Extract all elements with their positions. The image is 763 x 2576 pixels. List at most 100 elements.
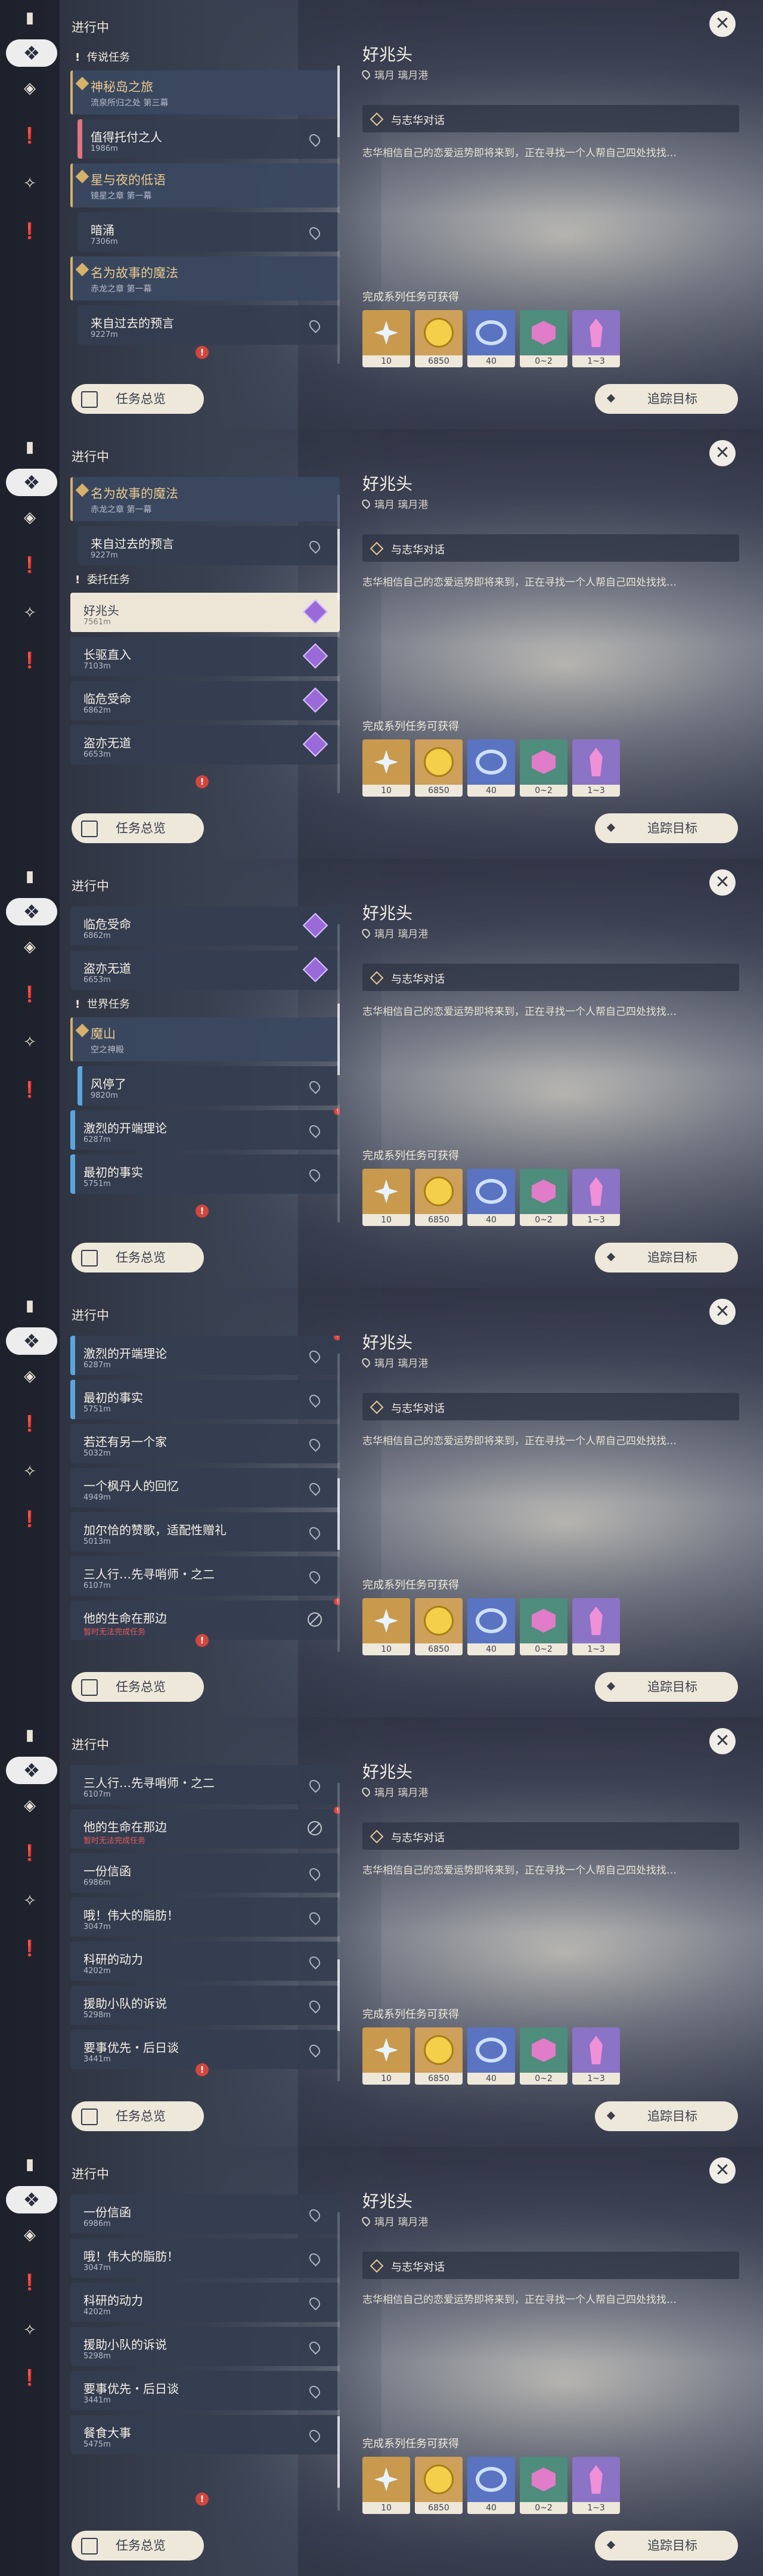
location-pin-icon[interactable] [307,1436,322,1452]
reward-item[interactable]: 1~3 [572,1169,620,1226]
archon-quest-icon[interactable]: ◈ [20,1796,39,1815]
close-icon[interactable]: ✕ [709,440,736,466]
quest-row[interactable]: 长驱直入 7103m [70,637,340,676]
archon-quest-icon[interactable]: ◈ [20,937,39,956]
close-icon[interactable]: ✕ [709,11,736,37]
quest-series-header[interactable]: 魔山 空之神殿 [70,1017,340,1061]
reward-item[interactable]: 40 [467,739,515,797]
track-objective-button[interactable]: 追踪目标 [595,2101,738,2131]
quest-series-header[interactable]: 名为故事的魔法 赤龙之章 第一幕 [70,256,340,301]
quest-row[interactable]: 暗涌 7306m [77,212,340,252]
quest-list-scrollbar[interactable] [337,1354,340,1652]
quest-row[interactable]: 三人行…先寻哨师・之二 6107m [70,1556,340,1596]
quest-row[interactable]: 激烈的开端理论 6287m! [70,1336,340,1375]
commission-icon[interactable]: ✧ [20,1891,39,1911]
track-objective-button[interactable]: 追踪目标 [595,1243,738,1272]
story-quest-icon[interactable]: ❗ [20,1844,39,1863]
story-quest-icon[interactable]: ❗ [20,556,39,575]
quest-row[interactable]: 一份信函 6986m [70,2194,340,2234]
quest-row[interactable]: 援助小队的诉说 5298m [70,2327,340,2366]
reward-item[interactable]: 0~2 [520,310,567,367]
quest-row[interactable]: 科研的动力 4202m [70,1942,340,1981]
location-pin-icon[interactable] [307,318,322,333]
archon-quest-icon[interactable]: ◈ [20,79,39,98]
scrollbar-thumb[interactable] [337,1478,340,1550]
reward-item[interactable]: 6850 [415,310,463,367]
quest-book-icon[interactable]: ▮ [20,2155,39,2174]
commission-icon[interactable]: ✧ [20,603,39,623]
all-quests-icon[interactable]: ❖ [6,469,57,496]
location-pin-icon[interactable] [307,1079,322,1094]
quest-row[interactable]: 盗亦无道 6653m [70,950,340,990]
close-icon[interactable]: ✕ [709,1728,736,1754]
quest-row[interactable]: 最初的事实 5751m [70,1154,340,1194]
quest-row[interactable]: 哦！伟大的脂肪！ 3047m [70,1897,340,1937]
quest-list-scrollbar[interactable] [337,1783,340,2081]
quest-row[interactable]: 援助小队的诉说 5298m [70,1986,340,2025]
quest-series-header[interactable]: 神秘岛之旅 流泉所归之处 第三幕 [70,70,340,114]
story-quest-icon[interactable]: ❗ [20,985,39,1004]
reward-item[interactable]: 0~2 [520,1598,567,1655]
reward-item[interactable]: 0~2 [520,2027,567,2085]
scrollbar-thumb[interactable] [337,2416,340,2488]
location-pin-icon[interactable] [307,132,322,147]
quest-row[interactable]: 来自过去的预言 9227m [77,526,340,565]
location-pin-icon[interactable] [307,225,322,240]
quest-row[interactable]: 加尔恰的赞歌，适配性赠礼 5013m [70,1512,340,1552]
location-pin-icon[interactable] [307,2428,322,2443]
quest-row[interactable]: 最初的事实 5751m [70,1380,340,1419]
location-pin-icon[interactable] [307,1954,322,1970]
location-pin-icon[interactable] [307,2295,322,2311]
quest-list-scrollbar[interactable] [337,2212,340,2510]
quest-row[interactable]: 科研的动力 4202m [70,2283,340,2322]
reward-item[interactable]: 6850 [415,2457,463,2514]
reward-item[interactable]: 40 [467,1598,515,1655]
location-pin-icon[interactable] [307,2383,322,2399]
quest-overview-button[interactable]: 任务总览 [72,384,204,414]
commission-icon[interactable]: ✧ [20,2321,39,2340]
story-quest-icon[interactable]: ❗ [20,2273,39,2292]
world-quest-icon[interactable]: ❗ [20,1080,39,1100]
reward-item[interactable]: 40 [467,310,515,367]
world-quest-icon[interactable]: ❗ [20,1510,39,1529]
reward-item[interactable]: 0~2 [520,739,567,797]
world-quest-icon[interactable]: ❗ [20,2368,39,2388]
quest-row[interactable]: 盗亦无道 6653m [70,725,340,764]
story-quest-icon[interactable]: ❗ [20,126,39,145]
location-pin-icon[interactable] [307,2339,322,2355]
reward-item[interactable]: 0~2 [520,1169,567,1226]
scrollbar-thumb[interactable] [337,529,340,600]
location-pin-icon[interactable] [307,1998,322,2014]
all-quests-icon[interactable]: ❖ [6,898,57,925]
location-pin-icon[interactable] [307,1866,322,1881]
location-pin-icon[interactable] [307,1778,322,1793]
quest-row[interactable]: 风停了 9820m [77,1066,340,1106]
location-pin-icon[interactable] [307,1525,322,1540]
close-icon[interactable]: ✕ [709,869,736,896]
reward-item[interactable]: 40 [467,1169,515,1226]
scrollbar-thumb[interactable] [337,1004,340,1075]
quest-list-scrollbar[interactable] [337,66,340,364]
location-pin-icon[interactable] [307,538,322,554]
quest-overview-button[interactable]: 任务总览 [72,2101,204,2131]
location-pin-icon[interactable] [307,1569,322,1584]
all-quests-icon[interactable]: ❖ [6,39,57,67]
location-pin-icon[interactable] [307,1481,322,1496]
location-pin-icon[interactable] [307,1123,322,1138]
quest-row[interactable]: 要事优先・后日谈 3441m [70,2371,340,2410]
quest-overview-button[interactable]: 任务总览 [72,2531,204,2560]
reward-item[interactable]: 6850 [415,1598,463,1655]
reward-item[interactable]: 10 [362,310,410,367]
reward-item[interactable]: 6850 [415,2027,463,2085]
close-icon[interactable]: ✕ [709,2157,736,2184]
track-objective-button[interactable]: 追踪目标 [595,1672,738,1702]
quest-row[interactable]: 他的生命在那边 暂时无法完成任务! [70,1807,340,1849]
quest-row[interactable]: 好兆头 7561m [70,593,340,632]
scrollbar-thumb[interactable] [337,66,340,137]
quest-row[interactable]: 他的生命在那边 暂时无法完成任务! [70,1598,340,1640]
location-pin-icon[interactable] [307,2042,322,2058]
quest-series-header[interactable]: 名为故事的魔法 赤龙之章 第一幕 [70,477,340,521]
quest-row[interactable]: 临危受命 6862m [70,681,340,720]
reward-item[interactable]: 1~3 [572,310,620,367]
track-objective-button[interactable]: 追踪目标 [595,813,738,843]
